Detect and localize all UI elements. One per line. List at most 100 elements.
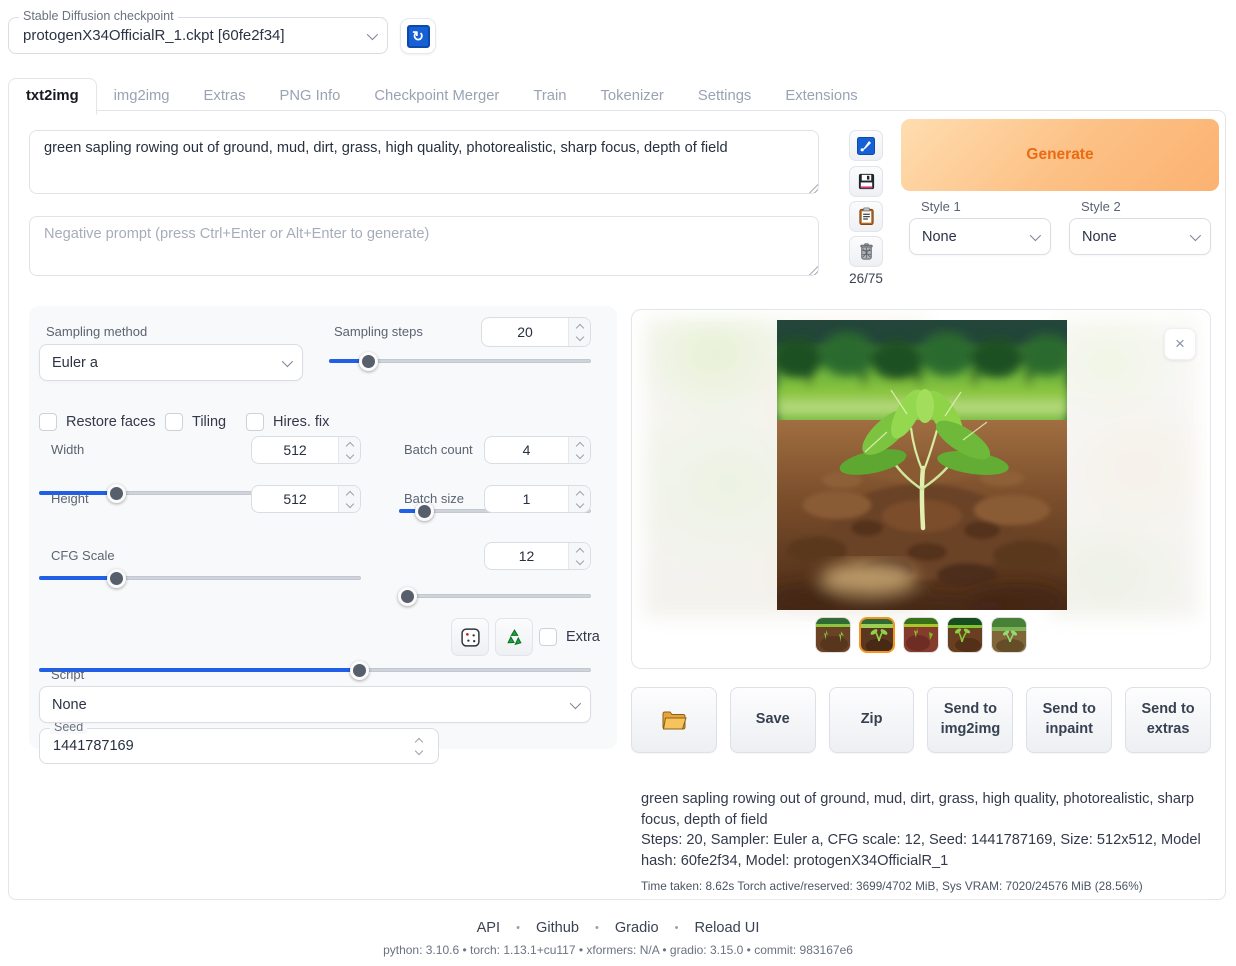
tab-img2img[interactable]: img2img: [97, 79, 187, 114]
generated-image[interactable]: [777, 320, 1067, 610]
recycle-icon: [504, 627, 525, 648]
stepper-arrows[interactable]: [338, 437, 360, 463]
height-label: Height: [51, 491, 89, 506]
width-label: Width: [51, 442, 84, 457]
clipboard-icon: [857, 207, 876, 226]
generation-info: green sapling rowing out of ground, mud,…: [641, 789, 1207, 900]
tab-extras[interactable]: Extras: [187, 79, 263, 114]
batch-count-label: Batch count: [404, 442, 473, 457]
github-link[interactable]: Github: [536, 920, 579, 936]
slider-knob[interactable]: [398, 587, 417, 606]
thumbnail-5[interactable]: [991, 617, 1027, 653]
folder-icon: [661, 709, 687, 731]
info-prompt-text: green sapling rowing out of ground, mud,…: [641, 789, 1207, 830]
batch-count-input[interactable]: 4: [484, 436, 591, 464]
dice-icon: [460, 627, 481, 648]
floppy-disk-icon: [857, 172, 876, 191]
stepper-arrows[interactable]: [568, 318, 590, 346]
cfg-scale-slider[interactable]: [39, 661, 591, 679]
save-button[interactable]: Save: [730, 687, 816, 753]
footer-links: API • Github • Gradio • Reload UI: [0, 920, 1236, 936]
stepper-arrows[interactable]: [338, 486, 360, 512]
restore-faces-checkbox[interactable]: Restore faces: [39, 413, 155, 431]
slider-knob[interactable]: [107, 484, 126, 503]
generate-button[interactable]: Generate: [901, 119, 1219, 191]
slider-knob[interactable]: [359, 352, 378, 371]
stepper-arrows[interactable]: [568, 486, 590, 512]
batch-size-slider[interactable]: [399, 587, 591, 605]
sampling-steps-label: Sampling steps: [334, 324, 423, 339]
prompt-input[interactable]: green sapling rowing out of ground, mud,…: [29, 130, 819, 194]
tab-png-info[interactable]: PNG Info: [262, 79, 357, 114]
sampling-method-label: Sampling method: [46, 324, 147, 339]
thumbnail-4[interactable]: [947, 617, 983, 653]
tab-checkpoint-merger[interactable]: Checkpoint Merger: [357, 79, 516, 114]
script-select[interactable]: None: [39, 686, 591, 723]
apply-style-button[interactable]: [849, 201, 883, 232]
checkpoint-value: protogenX34OfficialR_1.ckpt [60fe2f34]: [23, 27, 285, 44]
save-style-button[interactable]: [849, 166, 883, 197]
random-seed-button[interactable]: [451, 618, 489, 656]
tab-settings[interactable]: Settings: [681, 79, 768, 114]
hires-fix-checkbox[interactable]: Hires. fix: [246, 413, 329, 431]
width-input[interactable]: 512: [251, 436, 361, 464]
checkpoint-select[interactable]: Stable Diffusion checkpoint protogenX34O…: [8, 17, 388, 54]
style2-select[interactable]: None: [1069, 218, 1211, 255]
chevron-down-icon: [570, 697, 581, 708]
negative-prompt-input[interactable]: [29, 216, 819, 276]
image-viewer: ×: [631, 309, 1211, 669]
reload-ui-link[interactable]: Reload UI: [695, 920, 760, 936]
tab-tokenizer[interactable]: Tokenizer: [584, 79, 681, 114]
info-params-text: Steps: 20, Sampler: Euler a, CFG scale: …: [641, 830, 1207, 871]
thumbnail-1[interactable]: [815, 617, 851, 653]
zip-button[interactable]: Zip: [829, 687, 915, 753]
batch-size-input[interactable]: 1: [484, 485, 591, 513]
close-image-button[interactable]: ×: [1164, 328, 1196, 360]
tab-train[interactable]: Train: [516, 79, 583, 114]
refresh-icon: ↻: [407, 25, 430, 48]
send-to-extras-button[interactable]: Send to extras: [1125, 687, 1211, 753]
cfg-scale-input[interactable]: 12: [484, 542, 591, 570]
height-slider[interactable]: [39, 569, 361, 587]
open-folder-button[interactable]: [631, 687, 717, 753]
batch-size-label: Batch size: [404, 491, 464, 506]
height-input[interactable]: 512: [251, 485, 361, 513]
slider-knob[interactable]: [107, 569, 126, 588]
chevron-down-icon: [367, 28, 378, 39]
tiling-checkbox[interactable]: Tiling: [165, 413, 226, 431]
tab-extensions[interactable]: Extensions: [768, 79, 874, 114]
tab-bar: txt2img img2img Extras PNG Info Checkpoi…: [8, 78, 875, 114]
script-label: Script: [51, 667, 84, 682]
sampling-method-select[interactable]: Euler a: [39, 344, 303, 381]
gradio-link[interactable]: Gradio: [615, 920, 659, 936]
chevron-down-icon: [1030, 229, 1041, 240]
slider-knob[interactable]: [350, 661, 369, 680]
version-info: python: 3.10.6 • torch: 1.13.1+cu117 • x…: [0, 943, 1236, 957]
tab-txt2img[interactable]: txt2img: [8, 78, 97, 115]
style2-label: Style 2: [1081, 199, 1121, 214]
txt2img-panel: green sapling rowing out of ground, mud,…: [8, 110, 1226, 900]
stepper-arrows[interactable]: [568, 543, 590, 569]
sampling-steps-slider[interactable]: [329, 352, 591, 370]
token-counter: 26/75: [847, 271, 885, 286]
interrogate-paintbrush-button[interactable]: [849, 130, 883, 161]
chevron-down-icon: [1190, 229, 1201, 240]
style1-select[interactable]: None: [909, 218, 1051, 255]
sampling-steps-input[interactable]: 20: [481, 317, 591, 347]
thumbnail-2-selected[interactable]: [859, 617, 895, 653]
send-to-img2img-button[interactable]: Send to img2img: [927, 687, 1013, 753]
clear-prompt-button[interactable]: [849, 236, 883, 267]
stepper-arrows[interactable]: [568, 437, 590, 463]
send-to-inpaint-button[interactable]: Send to inpaint: [1026, 687, 1112, 753]
close-icon: ×: [1175, 334, 1185, 354]
thumbnail-3[interactable]: [903, 617, 939, 653]
chevron-down-icon: [282, 355, 293, 366]
stepper-arrows[interactable]: [408, 735, 430, 757]
seed-input[interactable]: Seed 1441787169: [39, 728, 439, 764]
extra-seed-checkbox[interactable]: Extra: [539, 628, 600, 646]
refresh-checkpoint-button[interactable]: ↻: [400, 18, 436, 54]
generation-settings-panel: Sampling method Euler a Sampling steps 2…: [29, 306, 617, 749]
reuse-seed-button[interactable]: [495, 618, 533, 656]
api-link[interactable]: API: [477, 920, 501, 936]
blurred-preview-right: [1048, 318, 1198, 618]
